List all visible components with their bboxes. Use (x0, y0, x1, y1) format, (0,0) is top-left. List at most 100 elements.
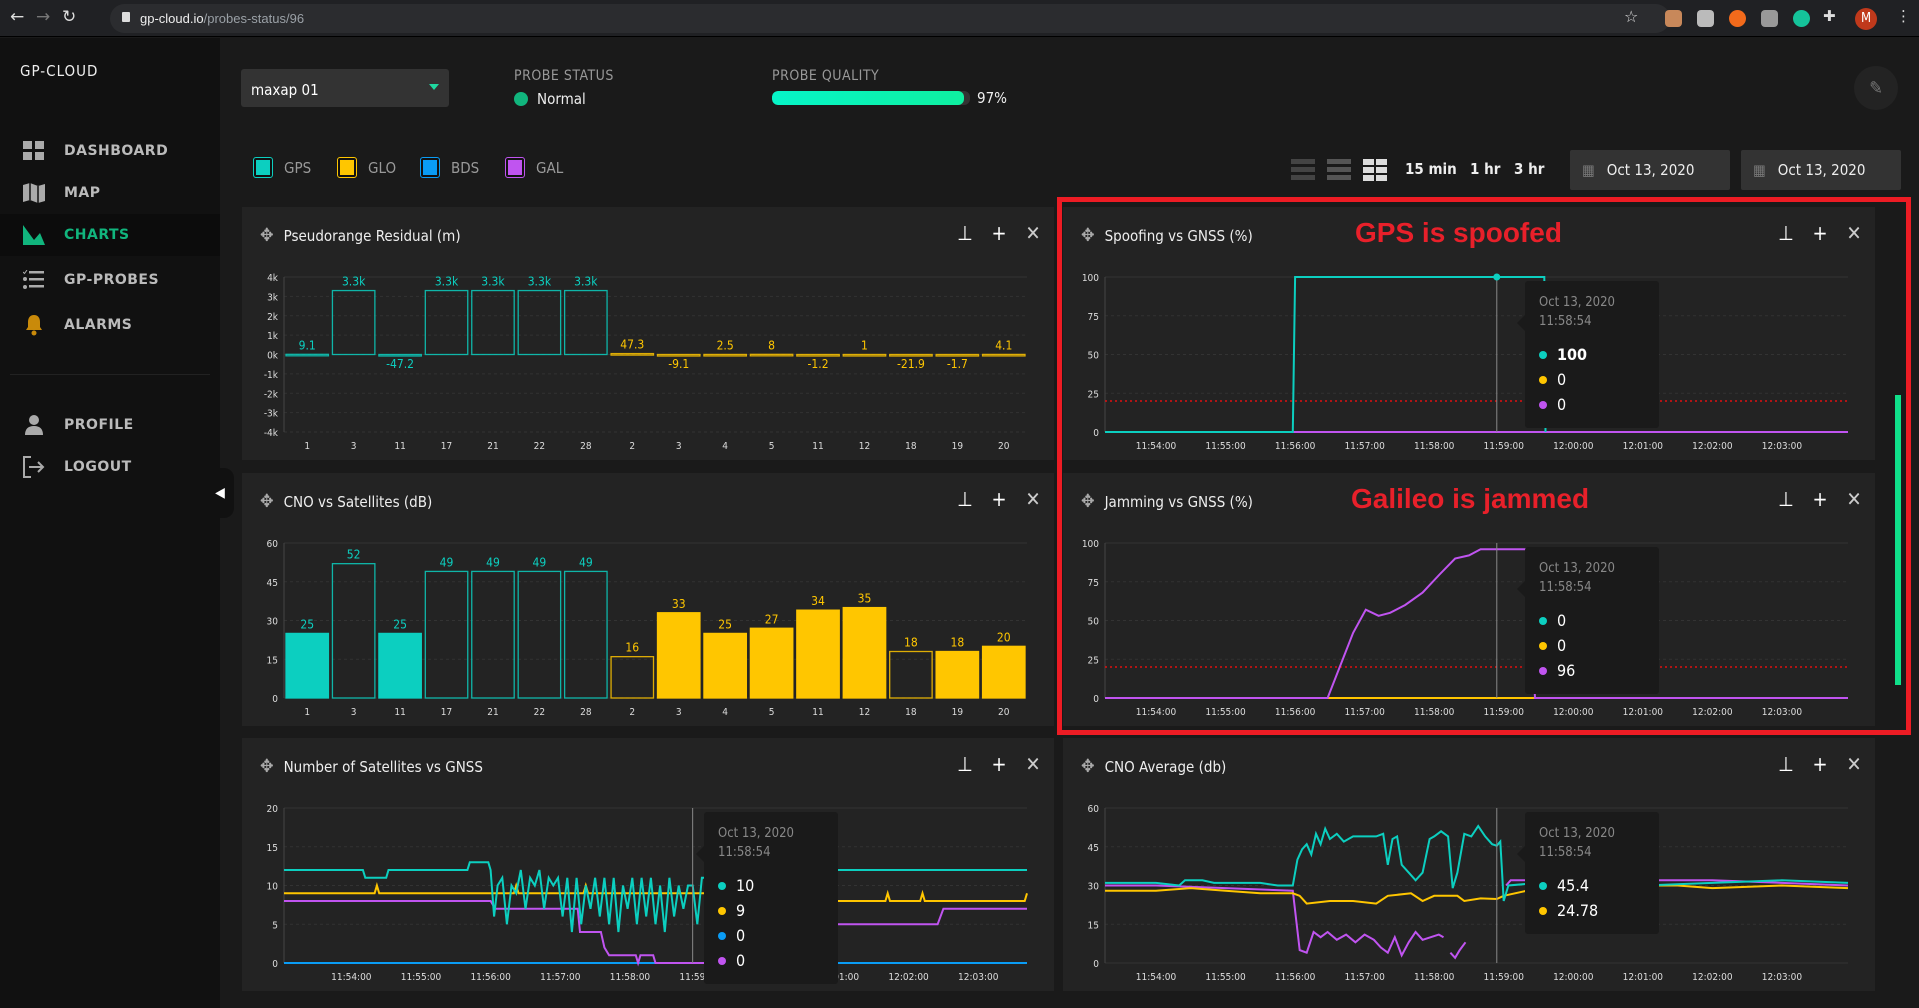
layout-list-icon[interactable] (1291, 159, 1315, 181)
tooltip-date: Oct 13, 2020 (718, 826, 794, 841)
bar-value-label: 34 (811, 594, 825, 608)
probe-status-value: Normal (537, 90, 586, 108)
legend-bds[interactable]: BDS (420, 157, 480, 178)
bell-icon (22, 314, 46, 336)
x-tick-label: 3 (351, 707, 357, 718)
x-tick-label: 5 (769, 441, 775, 452)
pin-icon[interactable]: ⊥ (1777, 752, 1795, 776)
x-tick-label: 12:01:00 (1623, 972, 1664, 983)
move-handle-icon[interactable]: ✥ (260, 491, 274, 512)
sidebar-item-charts[interactable]: CHARTS (0, 214, 220, 256)
puzzle-icon[interactable]: ✚ (1823, 7, 1836, 25)
sidebar-item-logout[interactable]: LOGOUT (0, 446, 220, 488)
bookmark-star-icon[interactable]: ☆ (1624, 7, 1638, 26)
address-bar[interactable] (110, 4, 1670, 33)
close-icon[interactable]: ✕ (1024, 752, 1042, 776)
layout-rows-icon[interactable] (1327, 159, 1351, 181)
chart-tooltip: Oct 13, 2020 11:58:54 10 9 0 0 (696, 812, 838, 984)
sidebar-item-dashboard[interactable]: DASHBOARD (0, 130, 220, 172)
menu-kebab-icon[interactable]: ⋮ (1896, 7, 1911, 25)
probe-select-value: maxap 01 (251, 81, 319, 99)
y-tick-label: 10 (267, 882, 279, 893)
sidebar-item-map[interactable]: MAP (0, 172, 220, 214)
layout-grid-icon[interactable] (1363, 159, 1387, 181)
y-tick-label: 0 (272, 959, 278, 970)
move-handle-icon[interactable]: ✥ (1081, 756, 1095, 777)
sidebar-item-gp-probes[interactable]: GP-PROBES (0, 259, 220, 301)
x-tick-label: 20 (998, 707, 1010, 718)
y-tick-label: 2k (267, 312, 279, 323)
y-tick-label: 0k (267, 351, 279, 362)
sidebar-divider (10, 374, 210, 375)
edit-button[interactable]: ✎ (1854, 66, 1898, 110)
sidebar-item-alarms[interactable]: ALARMS (0, 304, 220, 346)
bar (517, 570, 562, 699)
add-icon[interactable]: + (990, 487, 1008, 511)
bar (656, 353, 701, 357)
probe-quality-label: PROBE QUALITY (772, 68, 880, 84)
profile-avatar[interactable]: M (1855, 8, 1877, 30)
tooltip-row: 0 (718, 951, 824, 970)
y-tick-label: 5 (272, 920, 278, 931)
pin-icon[interactable]: ⊥ (956, 221, 974, 245)
panel-title: Number of Satellites vs GNSS (283, 757, 483, 776)
x-tick-label: 11 (394, 441, 405, 452)
move-handle-icon[interactable]: ✥ (260, 225, 274, 246)
add-icon[interactable]: + (990, 752, 1008, 776)
x-tick-label: 11:55:00 (401, 972, 442, 983)
legend-gal[interactable]: GAL (505, 157, 563, 178)
x-tick-label: 11:55:00 (1205, 972, 1246, 983)
x-tick-label: 19 (952, 441, 964, 452)
pin-icon[interactable]: ⊥ (956, 752, 974, 776)
legend-swatch (253, 157, 273, 178)
probe-select[interactable]: maxap 01 (241, 69, 449, 107)
x-tick-label: 11:54:00 (1136, 972, 1177, 983)
x-tick-label: 11:56:00 (1275, 972, 1316, 983)
logout-icon (22, 456, 46, 478)
add-icon[interactable]: + (990, 221, 1008, 245)
legend-glo[interactable]: GLO (337, 157, 396, 178)
bar (378, 353, 422, 357)
date-to-picker[interactable]: ▦ Oct 13, 2020 (1741, 150, 1901, 190)
tooltip-date: Oct 13, 2020 (1539, 826, 1615, 841)
bar (378, 632, 422, 699)
reload-icon[interactable]: ↻ (62, 7, 76, 27)
legend-label: BDS (451, 158, 480, 177)
range-1hr[interactable]: 1 hr (1470, 160, 1500, 178)
pin-icon[interactable]: ⊥ (956, 487, 974, 511)
user-icon (22, 414, 46, 436)
extension-icon[interactable] (1697, 10, 1714, 27)
panel-pr: 4k 3k 2k 1k 0k -1k -2k -3k -4k 9.1 1 3.3k 3 -47.2 11 3.… (242, 207, 1054, 460)
date-from-picker[interactable]: ▦ Oct 13, 2020 (1570, 150, 1730, 190)
tooltip-row: 0 (718, 926, 824, 945)
app-logo: GP-CLOUD (20, 62, 99, 80)
extension-icon[interactable] (1665, 10, 1682, 27)
extension-icon[interactable] (1729, 10, 1746, 27)
url-text[interactable]: gp-cloud.io/probes-status/96 (140, 11, 304, 26)
sidebar-item-label: PROFILE (64, 417, 134, 433)
extension-icon[interactable] (1761, 10, 1778, 27)
grammarly-icon[interactable] (1793, 10, 1810, 27)
close-icon[interactable]: ✕ (1024, 487, 1042, 511)
bar (935, 650, 980, 699)
bar-value-label: 20 (997, 630, 1011, 644)
forward-icon[interactable]: → (36, 7, 50, 27)
legend-swatch (505, 157, 525, 178)
back-icon[interactable]: ← (10, 7, 24, 27)
close-icon[interactable]: ✕ (1845, 752, 1863, 776)
bar-value-label: 1 (861, 338, 868, 352)
range-15min[interactable]: 15 min (1405, 160, 1457, 178)
legend-gps[interactable]: GPS (253, 157, 311, 178)
tooltip-time: 11:58:54 (718, 845, 771, 860)
add-icon[interactable]: + (1811, 752, 1829, 776)
calendar-icon: ▦ (1582, 161, 1595, 179)
move-handle-icon[interactable]: ✥ (260, 756, 274, 777)
sidebar-item-profile[interactable]: PROFILE (0, 404, 220, 446)
range-3hr[interactable]: 3 hr (1514, 160, 1544, 178)
scrollbar[interactable] (1895, 395, 1901, 685)
bar-value-label: 33 (672, 597, 686, 611)
x-tick-label: 11:59:00 (1484, 972, 1525, 983)
collapse-sidebar-button[interactable]: ◀ (206, 468, 234, 518)
bar (842, 606, 887, 699)
close-icon[interactable]: ✕ (1024, 221, 1042, 245)
